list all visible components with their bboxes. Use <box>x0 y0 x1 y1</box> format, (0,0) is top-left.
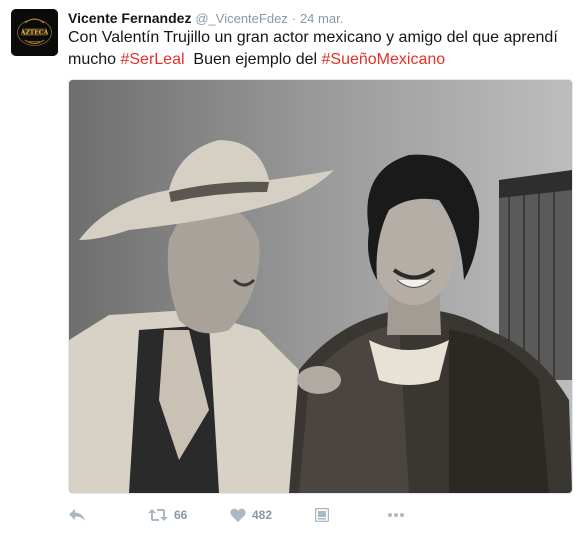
timestamp[interactable]: 24 mar. <box>300 11 343 26</box>
avatar[interactable]: AZTECA <box>11 9 58 56</box>
like-count: 482 <box>252 508 273 522</box>
avatar-logo-icon: AZTECA <box>11 9 58 56</box>
more-button[interactable] <box>387 512 417 518</box>
tweet-header: Vicente Fernandez @_VicenteFdez · 24 mar… <box>68 9 343 28</box>
hashtag-serleal[interactable]: #SerLeal <box>120 51 184 68</box>
reply-button[interactable] <box>68 508 148 522</box>
author-name[interactable]: Vicente Fernandez <box>68 10 191 26</box>
hashtag-suenomexicano[interactable]: #SueñoMexicano <box>322 51 446 68</box>
tweet-actions: 66 482 <box>68 504 417 526</box>
media-button[interactable] <box>315 508 387 522</box>
tweet-photo[interactable] <box>68 79 573 494</box>
svg-text:AZTECA: AZTECA <box>20 30 49 37</box>
like-button[interactable]: 482 <box>230 508 315 522</box>
tweet-text: Con Valentín Trujillo un gran actor mexi… <box>68 27 568 71</box>
retweet-count: 66 <box>174 508 188 522</box>
retweet-icon <box>148 509 168 521</box>
separator: · <box>291 11 297 26</box>
reply-icon <box>69 509 85 521</box>
tweet-text-mid: Buen ejemplo del <box>184 51 322 68</box>
media-icon <box>315 508 329 522</box>
bw-photo-image <box>69 80 572 493</box>
heart-icon <box>230 508 246 522</box>
more-icon <box>388 513 404 517</box>
retweet-button[interactable]: 66 <box>148 508 230 522</box>
author-handle[interactable]: @_VicenteFdez <box>195 11 287 26</box>
